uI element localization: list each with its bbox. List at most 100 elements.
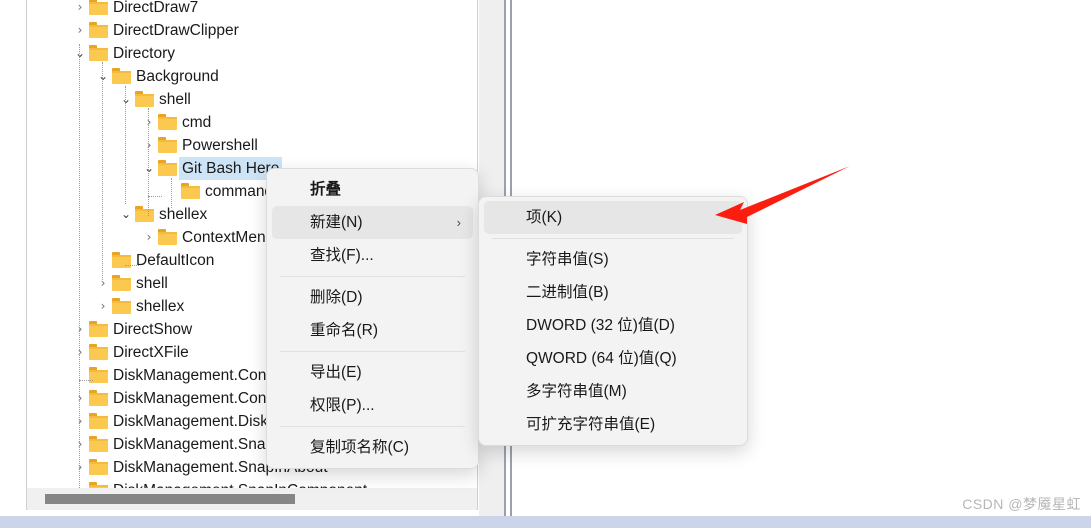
folder-icon (89, 413, 108, 429)
tree-guide-line (125, 265, 139, 267)
menu-item[interactable]: 权限(P)... (272, 389, 473, 422)
tree-guide-line (148, 196, 150, 216)
menu-item[interactable]: 删除(D) (272, 281, 473, 314)
menu-item[interactable]: QWORD (64 位)值(Q) (484, 342, 742, 375)
tree-item[interactable]: › shellex (96, 295, 184, 318)
watermark-text: CSDN @梦魇星虹 (962, 496, 1081, 512)
registry-editor-screenshot: › DirectDraw7 › DirectDrawClipper ⌄ Directory… (0, 0, 1091, 528)
tree-item[interactable]: › shell (96, 272, 168, 295)
folder-icon (89, 321, 108, 337)
folder-icon (89, 45, 108, 61)
folder-icon (112, 275, 131, 291)
tree-item-label: DirectDrawClipper (113, 22, 239, 39)
menu-item[interactable]: 查找(F)... (272, 239, 473, 272)
tree-item-label: DefaultIcon (136, 252, 215, 269)
folder-icon (89, 459, 108, 475)
menu-item[interactable]: 复制项名称(C) (272, 431, 473, 464)
tree-item-label: shellex (136, 298, 185, 315)
chevron-right-icon[interactable]: › (73, 19, 87, 42)
tree-item-label: DirectShow (113, 321, 193, 338)
menu-separator (280, 426, 465, 427)
folder-icon (89, 22, 108, 38)
tree-item[interactable]: › DiskManagement.SnapIn (73, 433, 287, 456)
menu-item-label: 新建(N) (310, 214, 363, 231)
menu-separator (492, 238, 734, 239)
tree-item-label: shellex (159, 206, 208, 223)
tree-item[interactable]: DiskManagement.Control (73, 364, 288, 387)
folder-icon (112, 68, 131, 84)
left-gutter (0, 0, 26, 510)
tree-item[interactable]: › DirectDrawClipper (73, 19, 239, 42)
tree-item-label: DirectDraw7 (113, 0, 199, 16)
menu-item-label: 项(K) (526, 209, 563, 226)
tree-item[interactable]: DefaultIcon (96, 249, 214, 272)
menu-item[interactable]: 导出(E) (272, 356, 473, 389)
tree-item[interactable]: › Powershell (142, 134, 258, 157)
menu-separator (280, 276, 465, 277)
folder-icon (158, 114, 177, 130)
menu-item[interactable]: DWORD (32 位)值(D) (484, 309, 742, 342)
tree-item-label: DirectXFile (113, 344, 189, 361)
tree-item-label: cmd (182, 114, 212, 131)
tree-item[interactable]: command (165, 180, 273, 203)
tree-item-label: Directory (113, 45, 176, 62)
tree-item[interactable]: ⌄ Directory (73, 42, 175, 65)
menu-separator (280, 351, 465, 352)
menu-item-label: 字符串值(S) (526, 251, 609, 268)
menu-item[interactable]: 多字符串值(M) (484, 375, 742, 408)
tree-item-label: Powershell (182, 137, 258, 154)
chevron-right-icon[interactable]: › (142, 226, 156, 249)
tree-item[interactable]: ⌄ shellex (119, 203, 207, 226)
tree-item-label: Background (136, 68, 219, 85)
tree-item[interactable]: › DirectDraw7 (73, 0, 198, 19)
tree-guide-line (171, 178, 173, 208)
tree-horizontal-scrollbar[interactable] (26, 488, 478, 510)
bottom-strip (0, 516, 1091, 528)
new-submenu[interactable]: 项(K) 字符串值(S) 二进制值(B) DWORD (32 位)值(D) QWORD … (478, 196, 748, 446)
menu-item[interactable]: 项(K) (484, 201, 742, 234)
menu-item[interactable]: 字符串值(S) (484, 243, 742, 276)
menu-item[interactable]: 可扩充字符串值(E) (484, 408, 742, 441)
tree-item[interactable]: ⌄ shell (119, 88, 191, 111)
menu-item[interactable]: 折叠 (272, 173, 473, 206)
folder-icon (158, 160, 177, 176)
menu-item-label: DWORD (32 位)值(D) (526, 317, 675, 334)
folder-icon (112, 298, 131, 314)
menu-item-label: 权限(P)... (310, 397, 375, 414)
chevron-right-icon[interactable]: › (73, 0, 87, 19)
tree-item[interactable]: › DirectXFile (73, 341, 189, 364)
tree-item-label: command (205, 183, 274, 200)
menu-item-label: 折叠 (310, 181, 342, 198)
menu-item-label: 导出(E) (310, 364, 362, 381)
chevron-down-icon[interactable]: ⌄ (119, 203, 133, 226)
menu-item-label: 重命名(R) (310, 322, 379, 339)
menu-item-label: 多字符串值(M) (526, 383, 627, 400)
tree-item[interactable]: › cmd (142, 111, 211, 134)
tree-item-label: shell (159, 91, 191, 108)
tree-guide-line (102, 62, 104, 282)
scrollbar-thumb[interactable] (45, 494, 295, 504)
menu-item[interactable]: 新建(N) › (272, 206, 473, 239)
folder-icon (89, 390, 108, 406)
folder-icon (89, 0, 108, 15)
menu-item-label: 删除(D) (310, 289, 363, 306)
folder-icon (181, 183, 200, 199)
tree-item[interactable]: ⌄ Git Bash Here (142, 157, 283, 180)
chevron-right-icon: › (456, 215, 461, 230)
tree-guide-line (148, 196, 162, 198)
folder-icon (158, 137, 177, 153)
tree-item[interactable]: › DirectShow (73, 318, 192, 341)
folder-icon (135, 206, 154, 222)
folder-icon (158, 229, 177, 245)
menu-item-label: 可扩充字符串值(E) (526, 416, 656, 433)
chevron-right-icon[interactable]: › (96, 295, 110, 318)
tree-item-label: DiskManagement.Control (113, 367, 288, 384)
folder-icon (89, 344, 108, 360)
menu-item[interactable]: 二进制值(B) (484, 276, 742, 309)
menu-item[interactable]: 重命名(R) (272, 314, 473, 347)
tree-item[interactable]: ⌄ Background (96, 65, 219, 88)
folder-icon (89, 436, 108, 452)
folder-icon (135, 91, 154, 107)
tree-item-label: DiskManagement.SnapIn (113, 436, 288, 453)
context-menu[interactable]: 折叠新建(N) › 查找(F)... 删除(D) 重命名(R) 导出(E) 权限(P)...… (266, 168, 479, 469)
